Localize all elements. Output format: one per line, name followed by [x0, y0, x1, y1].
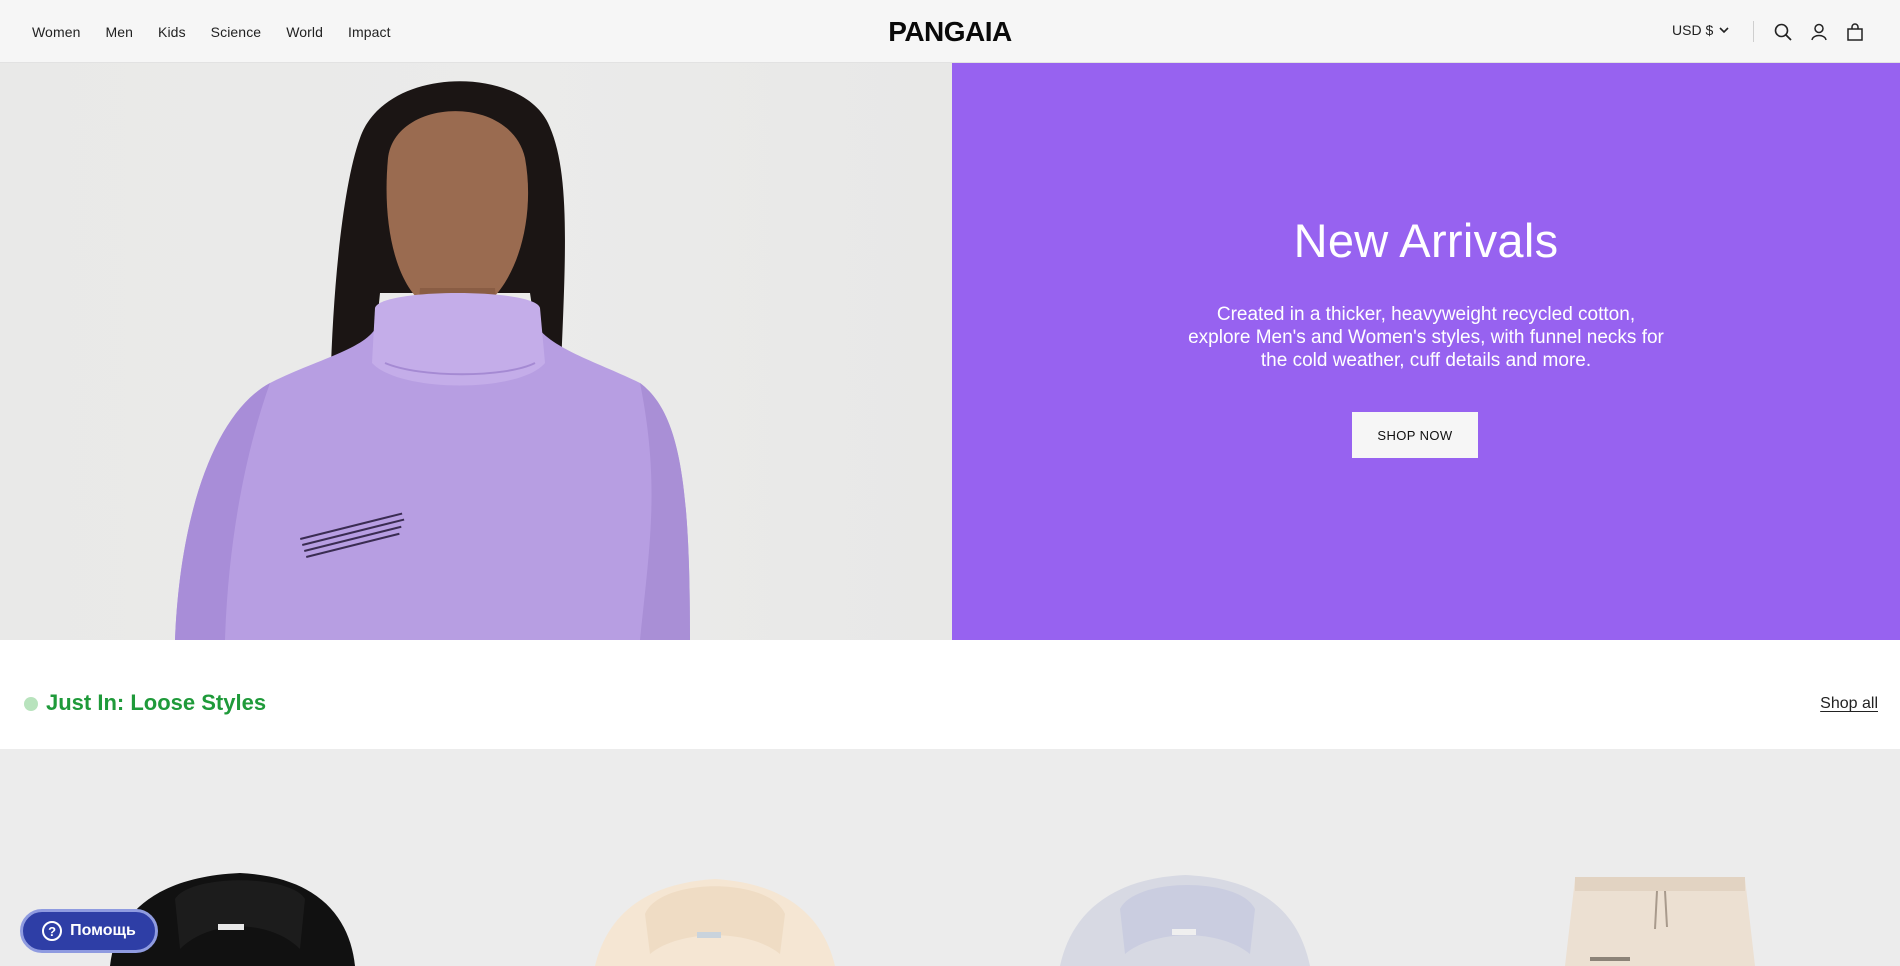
hero-image[interactable]: [0, 63, 952, 640]
product-card[interactable]: [950, 749, 1420, 966]
help-label: Помощь: [70, 922, 136, 939]
product-card[interactable]: [1425, 749, 1895, 966]
hero-promo-panel: New Arrivals Created in a thicker, heavy…: [952, 63, 1900, 640]
shop-all-link[interactable]: Shop all: [1820, 695, 1878, 713]
section-header: Just In: Loose Styles Shop all: [0, 640, 1900, 749]
currency-selector[interactable]: USD $: [1672, 22, 1729, 38]
product-image: [1565, 877, 1755, 966]
model-photo: [175, 81, 690, 640]
bag-icon[interactable]: [1844, 21, 1866, 43]
currency-label: USD $: [1672, 22, 1714, 38]
product-card[interactable]: [475, 749, 945, 966]
hero-title: New Arrivals: [1293, 214, 1559, 267]
shop-now-button[interactable]: SHOP NOW: [1352, 412, 1478, 458]
question-icon: ?: [42, 921, 63, 941]
hero-description: Created in a thicker, heavyweight recycl…: [1188, 304, 1664, 371]
product-carousel: [0, 749, 1900, 966]
header-divider: [1753, 21, 1754, 42]
brand-logo[interactable]: PANGAIA: [0, 16, 1900, 48]
account-icon[interactable]: [1808, 21, 1830, 43]
chevron-down-icon: [1719, 26, 1729, 33]
site-header: Women Men Kids Science World Impact PANG…: [0, 0, 1900, 63]
hero-banner: New Arrivals Created in a thicker, heavy…: [0, 63, 1900, 640]
product-image: [1060, 875, 1310, 966]
status-dot-icon: [24, 697, 38, 711]
help-button[interactable]: ? Помощь: [20, 909, 158, 953]
product-image: [595, 879, 835, 966]
section-title: Just In: Loose Styles: [46, 690, 267, 715]
search-icon[interactable]: [1772, 21, 1794, 43]
